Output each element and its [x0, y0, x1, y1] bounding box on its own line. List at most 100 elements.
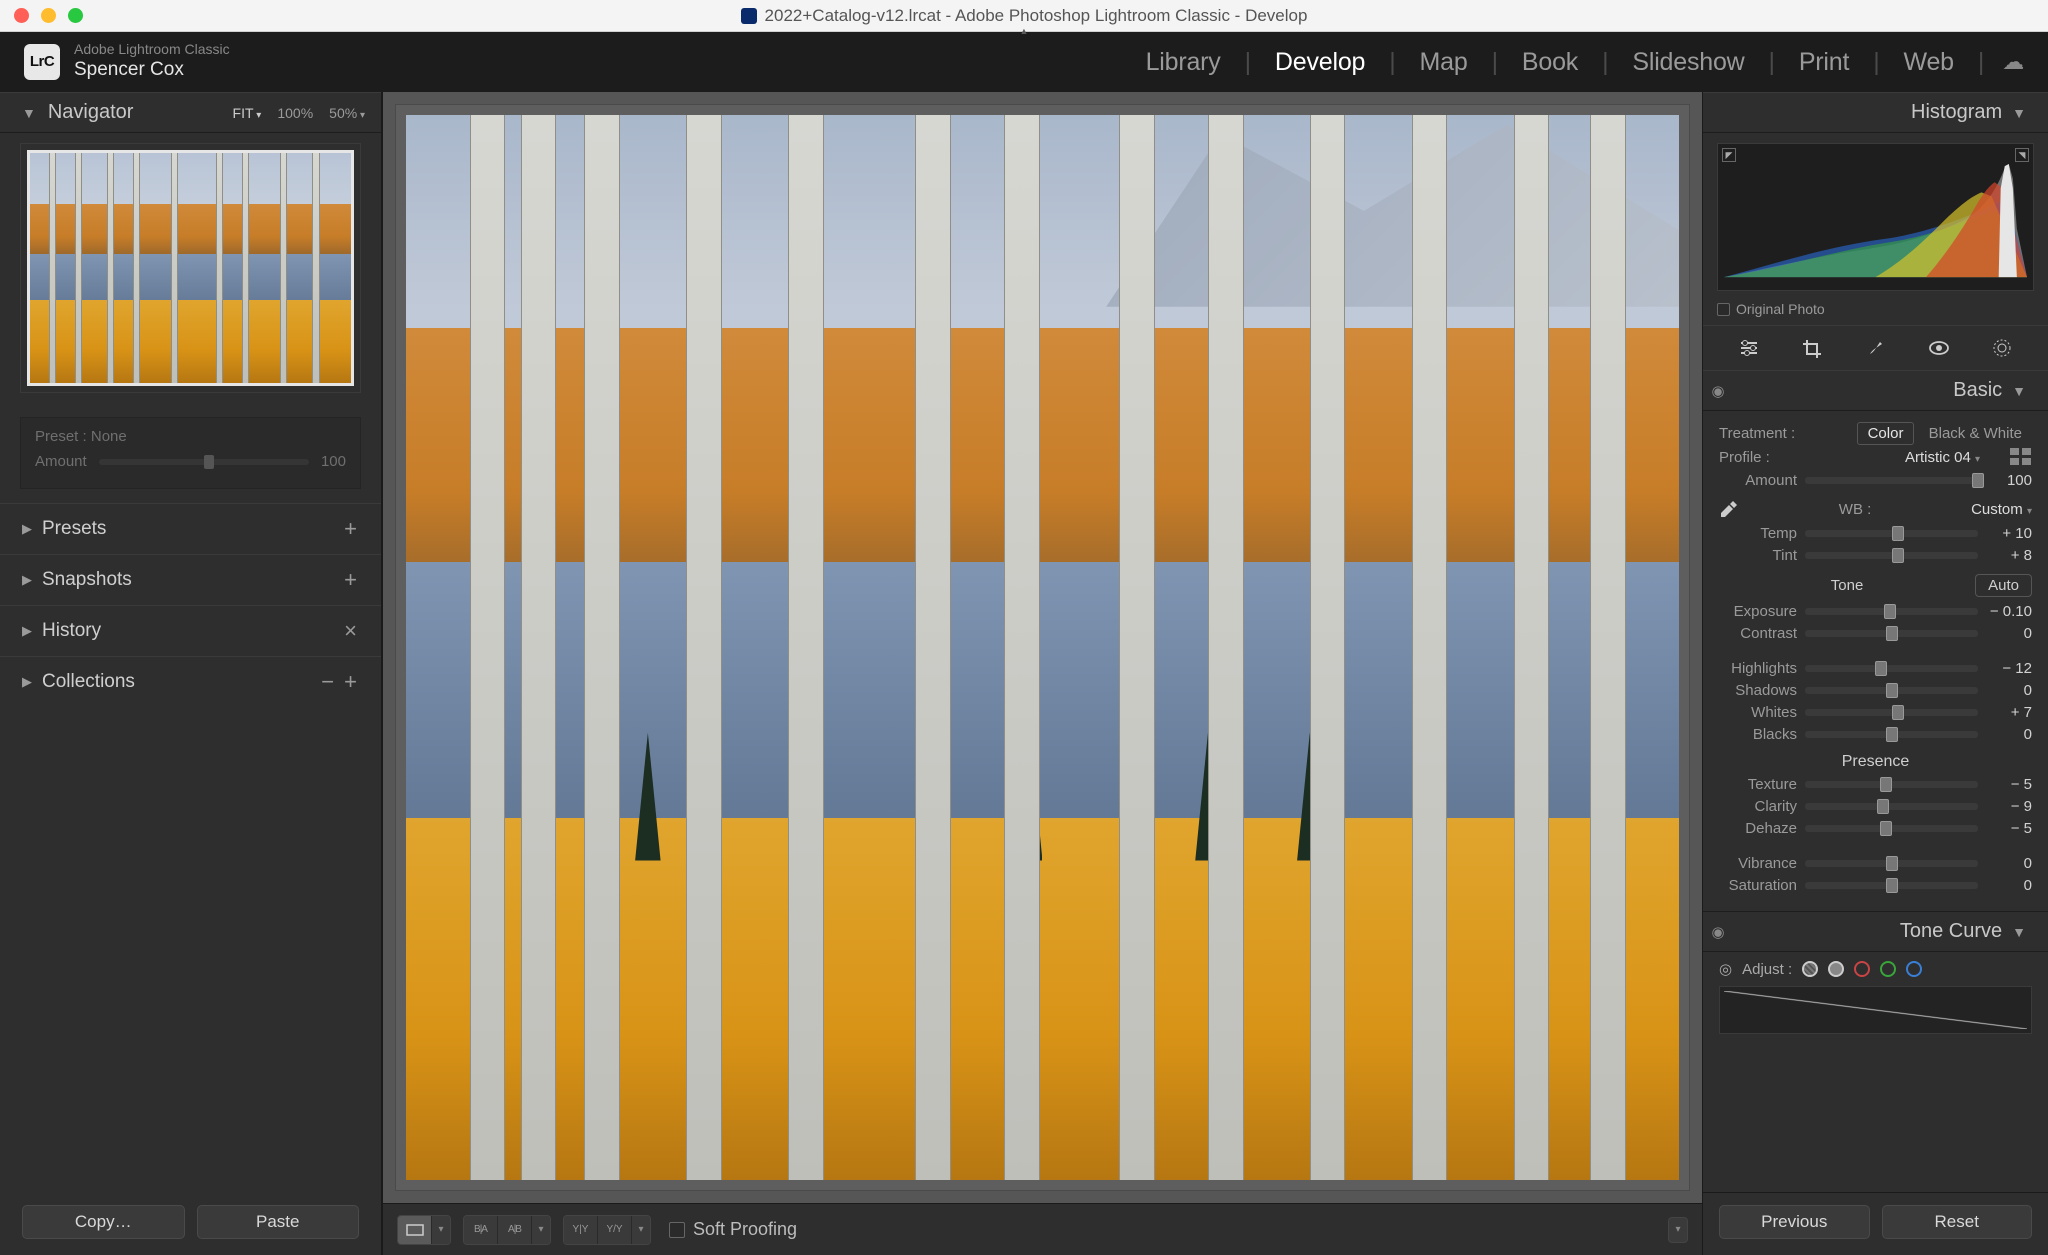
tc-green-icon[interactable] — [1880, 961, 1896, 977]
basic-header[interactable]: Basic ▼ — [1733, 371, 2048, 410]
preset-amount-slider[interactable] — [99, 459, 309, 465]
identity-plate[interactable]: LrC Adobe Lightroom Classic Spencer Cox — [24, 42, 230, 81]
original-photo-toggle[interactable]: Original Photo — [1703, 297, 2048, 325]
module-develop[interactable]: Develop — [1263, 48, 1377, 77]
tone-curve-header[interactable]: Tone Curve ▼ — [1733, 912, 2048, 951]
left-footer: Copy… Paste — [0, 1193, 381, 1255]
reset-button[interactable]: Reset — [1882, 1205, 2033, 1239]
module-map[interactable]: Map — [1408, 48, 1480, 77]
tc-blue-icon[interactable] — [1906, 961, 1922, 977]
vibrance-slider[interactable]: Vibrance0 — [1719, 855, 2032, 872]
navigator-zoom: FIT 100% 50% — [233, 105, 365, 121]
section-collections[interactable]: ▶Collections − + — [0, 656, 381, 707]
develop-tool-strip — [1703, 325, 2048, 371]
toolbar-options-dropdown[interactable]: ▾ — [1668, 1217, 1688, 1243]
zoom-100[interactable]: 100% — [277, 105, 313, 121]
main-image — [406, 115, 1679, 1180]
checkbox-icon[interactable] — [669, 1222, 685, 1238]
minimize-icon[interactable] — [41, 8, 56, 23]
navigator-thumbnail[interactable] — [20, 143, 361, 393]
soft-proofing-label: Soft Proofing — [693, 1219, 797, 1240]
texture-slider[interactable]: Texture− 5 — [1719, 776, 2032, 793]
basic-title: Basic — [1953, 379, 2002, 402]
zoom-fit[interactable]: FIT — [233, 105, 262, 121]
navigator-title: Navigator — [48, 101, 134, 124]
close-icon[interactable] — [14, 8, 29, 23]
view-dropdown-icon[interactable]: ▾ — [432, 1216, 450, 1244]
histogram-title: Histogram — [1911, 101, 2002, 124]
module-web[interactable]: Web — [1892, 48, 1966, 77]
module-slideshow[interactable]: Slideshow — [1620, 48, 1756, 77]
tone-curve-graph[interactable] — [1719, 986, 2032, 1034]
module-library[interactable]: Library — [1134, 48, 1233, 77]
redeye-tool-icon[interactable] — [1925, 336, 1953, 360]
preset-amount-value: 100 — [321, 453, 346, 470]
collapse-top-icon[interactable] — [1003, 25, 1045, 32]
crop-tool-icon[interactable] — [1798, 336, 1826, 360]
clarity-slider[interactable]: Clarity− 9 — [1719, 798, 2032, 815]
develop-toolbar: ▾ B|A A|B ▾ Y|Y Y/Y ▾ Soft Proofing ▾ — [383, 1203, 1702, 1255]
tint-slider[interactable]: Tint+ 8 — [1719, 547, 2032, 564]
section-presets[interactable]: ▶Presets + — [0, 503, 381, 554]
panel-toggle-icon[interactable]: ◉ — [1703, 923, 1733, 941]
panel-toggle-icon[interactable]: ◉ — [1703, 382, 1733, 400]
tc-parametric-icon[interactable] — [1802, 961, 1818, 977]
zoom-50[interactable]: 50% — [329, 105, 365, 121]
temp-slider[interactable]: Temp+ 10 — [1719, 525, 2032, 542]
add-collection-icon[interactable]: − + — [321, 669, 359, 695]
soft-proofing-toggle[interactable]: Soft Proofing — [669, 1219, 797, 1240]
before-after-swap-button[interactable]: A|B — [498, 1216, 532, 1244]
treatment-color-button[interactable]: Color — [1857, 422, 1915, 445]
ref-view-alt-button[interactable]: Y/Y — [598, 1216, 632, 1244]
module-book[interactable]: Book — [1510, 48, 1590, 77]
masking-tool-icon[interactable] — [1988, 336, 2016, 360]
tone-curve-panel: ◎ Adjust : — [1703, 952, 2048, 1042]
section-history[interactable]: ▶History × — [0, 605, 381, 656]
highlights-slider[interactable]: Highlights− 12 — [1719, 660, 2032, 677]
paste-button[interactable]: Paste — [197, 1205, 360, 1239]
ref-view-button[interactable]: Y|Y — [564, 1216, 598, 1244]
blacks-slider[interactable]: Blacks0 — [1719, 726, 2032, 743]
whites-slider[interactable]: Whites+ 7 — [1719, 704, 2032, 721]
target-adjust-icon[interactable]: ◎ — [1719, 960, 1732, 978]
profile-amount-slider[interactable]: Amount 100 — [1719, 472, 2032, 489]
shadows-slider[interactable]: Shadows0 — [1719, 682, 2032, 699]
histogram-display[interactable]: ◤ ◥ — [1717, 143, 2034, 291]
clear-history-icon[interactable]: × — [344, 618, 359, 644]
chevron-right-icon: ▶ — [22, 623, 32, 639]
edit-tool-icon[interactable] — [1735, 336, 1763, 360]
exposure-slider[interactable]: Exposure− 0.10 — [1719, 603, 2032, 620]
auto-button[interactable]: Auto — [1975, 574, 2032, 597]
eyedropper-icon[interactable] — [1719, 499, 1739, 519]
saturation-slider[interactable]: Saturation0 — [1719, 877, 2032, 894]
before-after-lr-button[interactable]: B|A — [464, 1216, 498, 1244]
maximize-icon[interactable] — [68, 8, 83, 23]
navigator-header[interactable]: ▼ Navigator FIT 100% 50% — [0, 92, 381, 133]
loupe-view-button[interactable] — [398, 1216, 432, 1244]
window-titlebar: 2022+Catalog-v12.lrcat - Adobe Photoshop… — [0, 0, 2048, 32]
tc-red-icon[interactable] — [1854, 961, 1870, 977]
section-snapshots[interactable]: ▶Snapshots + — [0, 554, 381, 605]
previous-button[interactable]: Previous — [1719, 1205, 1870, 1239]
ref-view-dropdown-icon[interactable]: ▾ — [632, 1216, 650, 1244]
tone-section-label: Tone — [1719, 577, 1975, 594]
checkbox-icon[interactable] — [1717, 303, 1730, 316]
app-logo-icon: LrC — [24, 44, 60, 80]
add-preset-icon[interactable]: + — [344, 516, 359, 542]
cloud-sync-icon[interactable]: ☁ — [2002, 49, 2024, 75]
profile-value[interactable]: Artistic 04 ▾ — [1905, 449, 1980, 466]
dehaze-slider[interactable]: Dehaze− 5 — [1719, 820, 2032, 837]
image-canvas[interactable] — [395, 104, 1690, 1191]
healing-tool-icon[interactable] — [1861, 336, 1889, 360]
before-after-dropdown-icon[interactable]: ▾ — [532, 1216, 550, 1244]
histogram-header[interactable]: Histogram ▼ — [1703, 92, 2048, 133]
left-panel: ▼ Navigator FIT 100% 50% — [0, 92, 382, 1255]
treatment-bw-button[interactable]: Black & White — [1919, 423, 2032, 444]
copy-button[interactable]: Copy… — [22, 1205, 185, 1239]
module-print[interactable]: Print — [1787, 48, 1861, 77]
wb-value[interactable]: Custom ▾ — [1971, 501, 2032, 518]
add-snapshot-icon[interactable]: + — [344, 567, 359, 593]
contrast-slider[interactable]: Contrast0 — [1719, 625, 2032, 642]
tc-point-icon[interactable] — [1828, 961, 1844, 977]
profile-browser-icon[interactable] — [2010, 448, 2032, 466]
